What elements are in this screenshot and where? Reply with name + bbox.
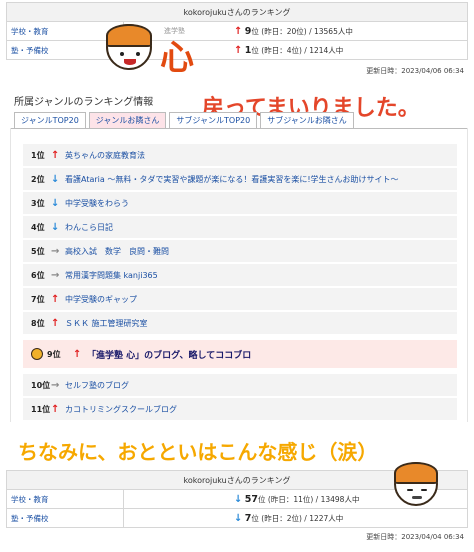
list-item[interactable]: 11位 ↑ カコトリミングスクールブログ: [23, 398, 457, 420]
genre-section-title: 所属ジャンルのランキング情報: [14, 97, 154, 108]
rank-number: 57: [244, 493, 259, 505]
item-title[interactable]: わんこら日記: [65, 222, 113, 233]
ranking-header: kokorojukuさんのランキング: [6, 2, 468, 22]
list-item-self[interactable]: 9位 ↑ 「進学塾 心」のブログ、略してココブロ: [23, 340, 457, 368]
list-item[interactable]: 2位 ↓ 看護Ataria ～無料・タダで実習や課題が楽になる！看護実習を楽に!…: [23, 168, 457, 190]
arrow-up-icon: ↑: [234, 44, 243, 56]
item-title[interactable]: 中学受験をわらう: [65, 198, 129, 209]
mascot-smile-icon: [106, 24, 152, 70]
arrow-up-icon: ↑: [51, 293, 60, 305]
arrow-right-icon: →: [51, 379, 60, 391]
arrow-down-icon: ↓: [234, 493, 243, 505]
arrow-up-icon: ↑: [234, 25, 243, 37]
category-link-school[interactable]: 学校・教育: [6, 489, 124, 509]
item-title[interactable]: カコトリミングスクールブログ: [65, 404, 177, 415]
item-rank: 11位: [31, 404, 51, 414]
list-item[interactable]: 6位 → 常用漢字問題集 kanji365: [23, 264, 457, 286]
item-rank: 4位: [31, 222, 45, 232]
genre-tabs: ジャンルTOP20 ジャンルお隣さん サブジャンルTOP20 サブジャンルお隣さ…: [14, 112, 354, 128]
ototoi-caption: ちなみに、おとといはこんな感じ（涙）: [18, 440, 378, 464]
item-title[interactable]: 常用漢字問題集 kanji365: [65, 270, 158, 281]
arrow-right-icon: →: [51, 245, 60, 257]
item-title[interactable]: 「進学塾 心」のブログ、略してココブロ: [87, 348, 251, 361]
updated-timestamp: 更新日時：2023/04/04 06:34: [366, 533, 464, 541]
category-link-juku[interactable]: 塾・予備校: [6, 508, 124, 528]
arrow-right-icon: →: [51, 269, 60, 281]
list-item[interactable]: 1位 ↑ 英ちゃんの家庭教育法: [23, 144, 457, 166]
mascot-sad-icon: [394, 462, 438, 506]
arrow-up-icon: ↑: [73, 348, 82, 360]
rank-detail: 位 (昨日：11位) / 13498人中: [258, 494, 360, 504]
item-rank: 2位: [31, 174, 45, 184]
list-item[interactable]: 5位 → 高校入試 数学 良問・難問: [23, 240, 457, 262]
item-title[interactable]: 中学受験のギャップ: [65, 294, 137, 305]
arrow-down-icon: ↓: [51, 197, 60, 209]
item-rank: 7位: [31, 294, 45, 304]
item-rank: 9位: [47, 349, 61, 359]
rank-detail: 位 (昨日：4位) / 1214人中: [251, 45, 344, 55]
rank-detail: 位 (昨日：2位) / 1227人中: [251, 513, 344, 523]
item-title[interactable]: 高校入試 数学 良問・難問: [65, 246, 169, 257]
rank-value-juku: ↓ 7位 (昨日：2位) / 1227人中: [123, 508, 468, 528]
list-item[interactable]: 10位 → セルフ塾のブログ: [23, 374, 457, 396]
item-title[interactable]: 看護Ataria ～無料・タダで実習や課題が楽になる！看護実習を楽に!学生さんお…: [65, 174, 399, 185]
updated-timestamp: 更新日時：2023/04/06 06:34: [366, 67, 464, 75]
tab-subgenre-top20[interactable]: サブジャンルTOP20: [169, 112, 258, 128]
list-item[interactable]: 8位 ↑ ＳＫＫ 施工管理研究室: [23, 312, 457, 334]
item-rank: 5位: [31, 246, 45, 256]
item-rank: 1位: [31, 150, 45, 160]
arrow-down-icon: ↓: [51, 221, 60, 233]
item-title[interactable]: ＳＫＫ 施工管理研究室: [65, 318, 148, 329]
genre-ranking-list: 1位 ↑ 英ちゃんの家庭教育法 2位 ↓ 看護Ataria ～無料・タダで実習や…: [10, 128, 468, 422]
arrow-down-icon: ↓: [234, 512, 243, 524]
tab-genre-top20[interactable]: ジャンルTOP20: [14, 112, 86, 128]
arrow-up-icon: ↑: [51, 403, 60, 415]
tab-subgenre-neighbors[interactable]: サブジャンルお隣さん: [260, 112, 354, 128]
arrow-down-icon: ↓: [51, 173, 60, 185]
item-rank: 6位: [31, 270, 45, 280]
item-rank: 3位: [31, 198, 45, 208]
list-item[interactable]: 3位 ↓ 中学受験をわらう: [23, 192, 457, 214]
item-title[interactable]: セルフ塾のブログ: [65, 380, 129, 391]
kokoro-logo: 心: [160, 38, 194, 78]
arrow-up-icon: ↑: [51, 317, 60, 329]
list-item[interactable]: 4位 ↓ わんこら日記: [23, 216, 457, 238]
item-title[interactable]: 英ちゃんの家庭教育法: [65, 150, 145, 161]
rank-detail: 位 (昨日：20位) / 13565人中: [251, 26, 353, 36]
list-item[interactable]: 7位 ↑ 中学受験のギャップ: [23, 288, 457, 310]
blog-avatar-icon: [31, 348, 43, 360]
item-rank: 10位: [31, 380, 51, 390]
arrow-up-icon: ↑: [51, 149, 60, 161]
tab-genre-neighbors[interactable]: ジャンルお隣さん: [88, 112, 167, 128]
item-rank: 8位: [31, 318, 45, 328]
top-ranking-table: kokorojukuさんのランキング 学校・教育 ↑ 9位 (昨日：20位) /…: [6, 2, 468, 60]
